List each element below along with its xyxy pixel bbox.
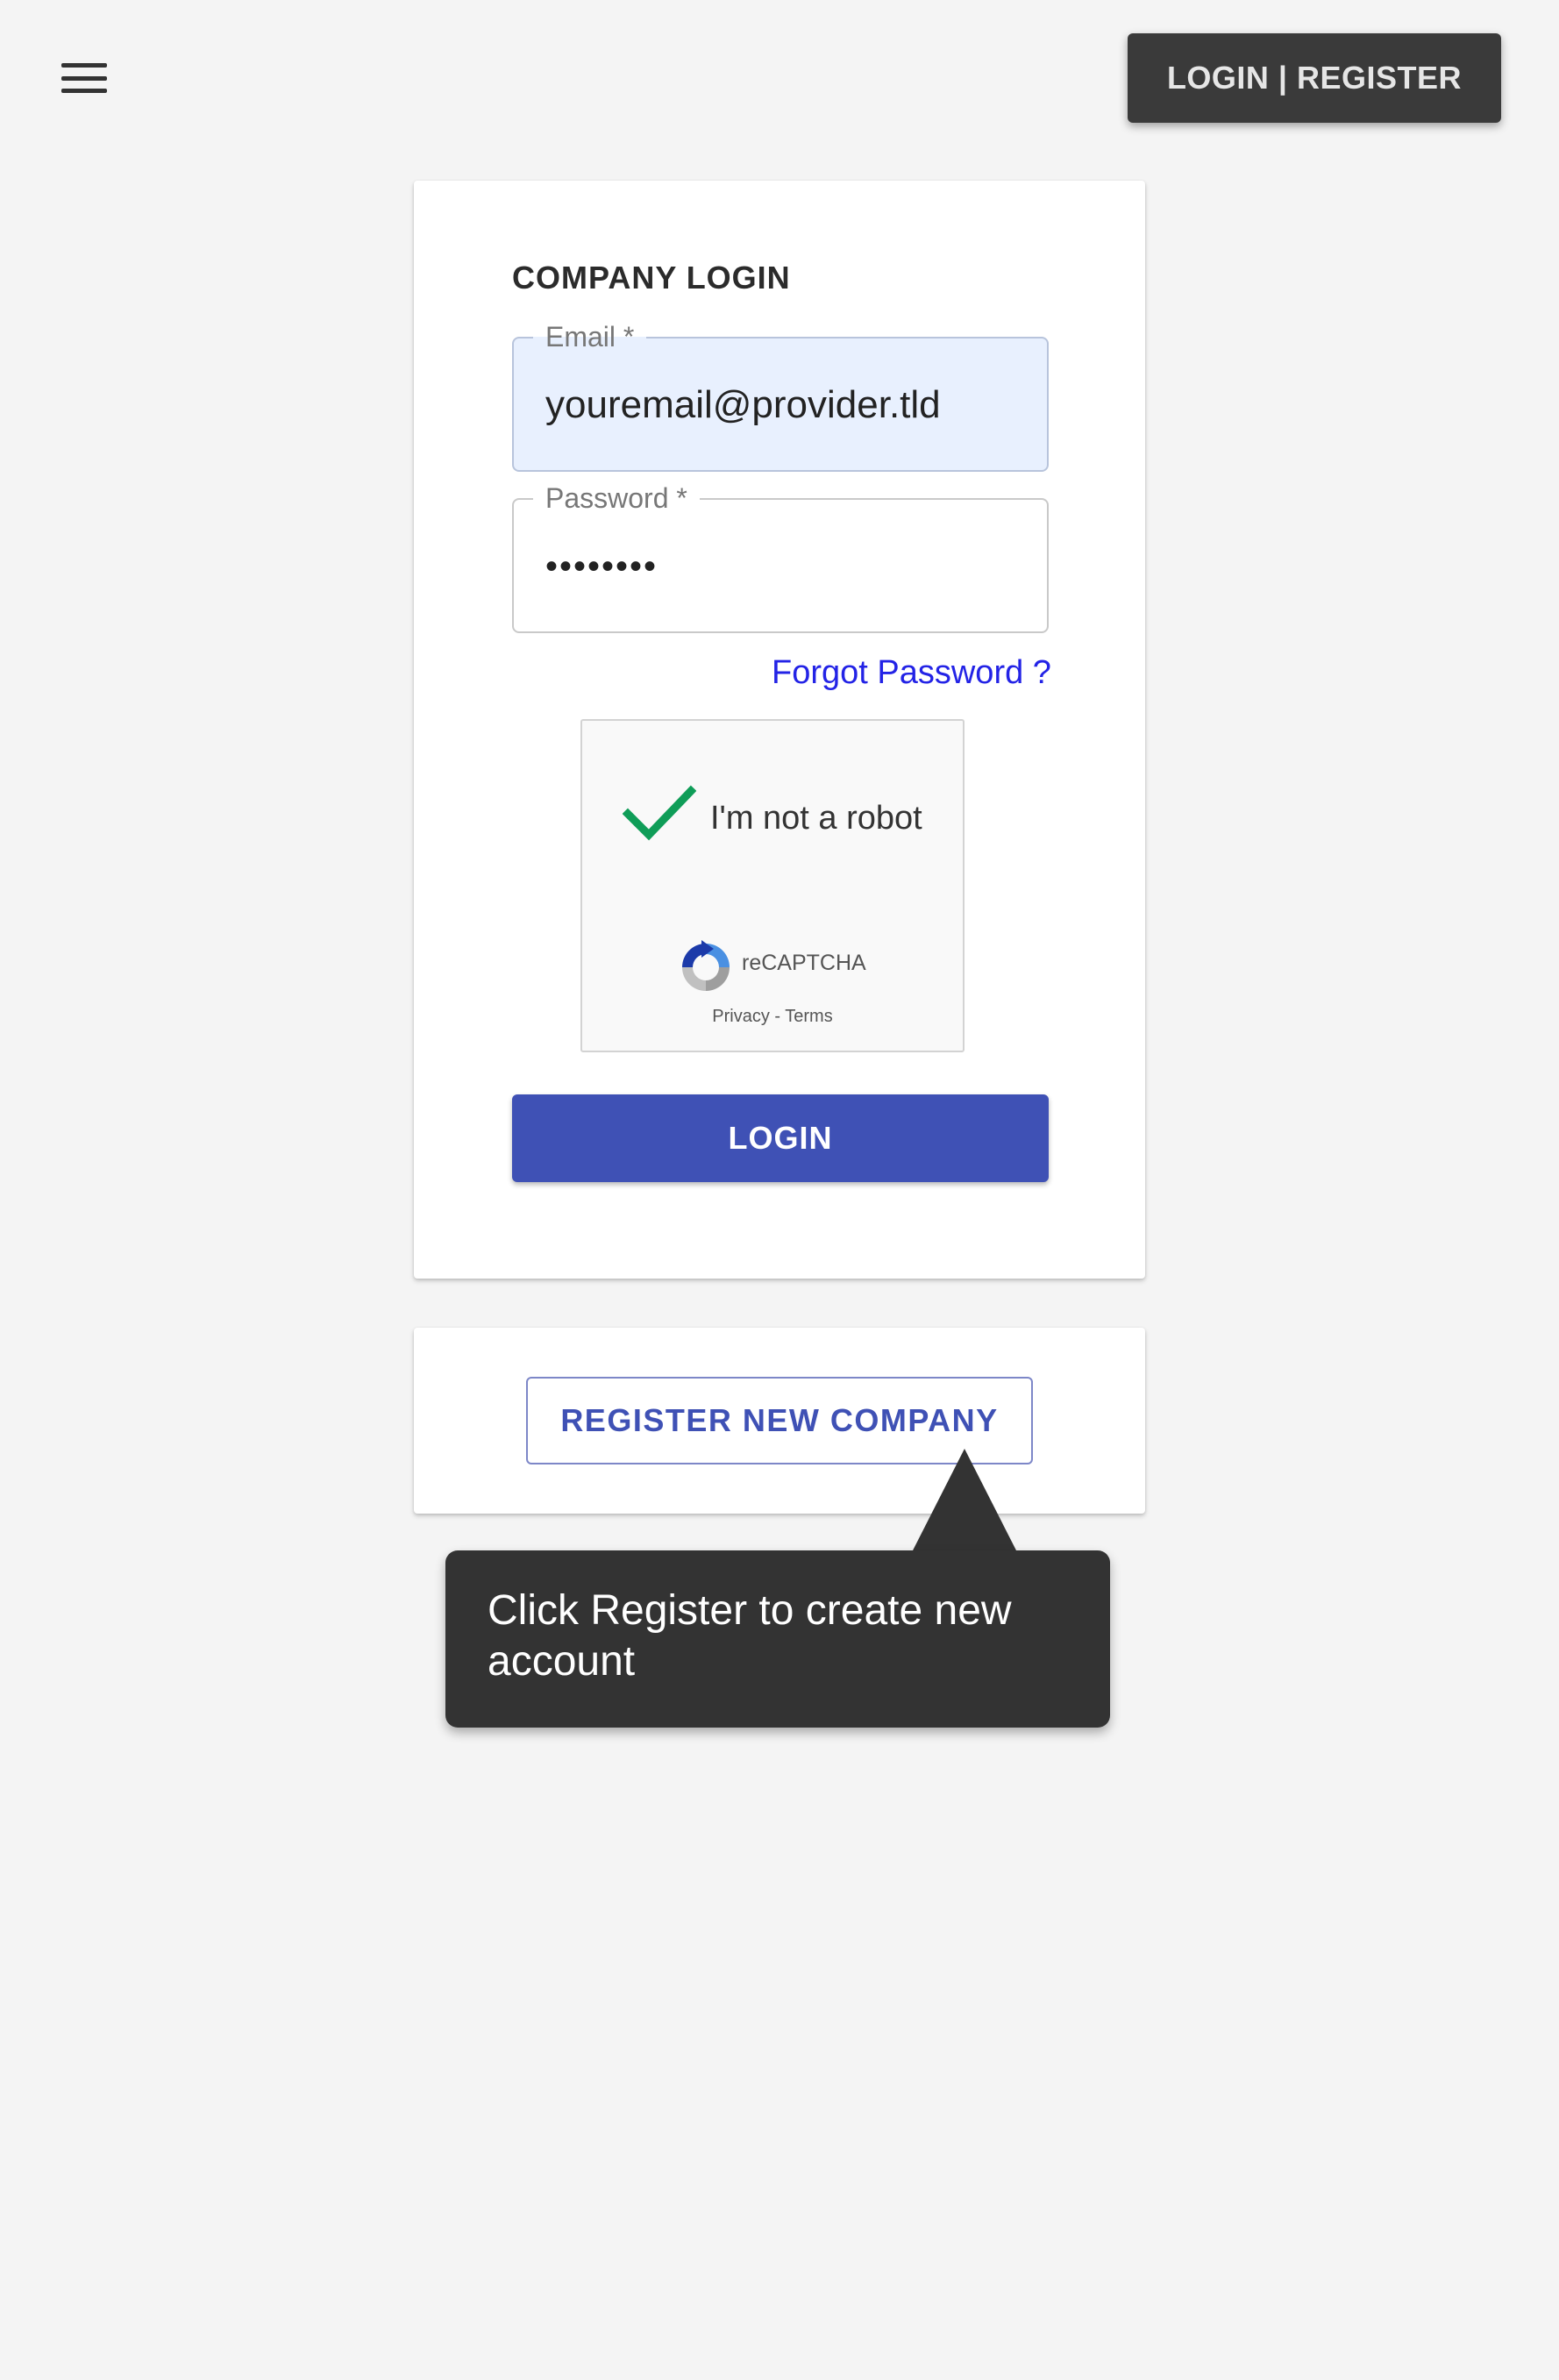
login-register-button[interactable]: LOGIN | REGISTER	[1128, 33, 1501, 123]
recaptcha-checkbox-label: I'm not a robot	[710, 800, 922, 837]
recaptcha-terms-link[interactable]: Terms	[785, 1007, 832, 1026]
tooltip-text: Click Register to create new account	[488, 1587, 1012, 1685]
hamburger-menu-icon[interactable]	[56, 56, 112, 100]
login-button[interactable]: LOGIN	[512, 1094, 1049, 1182]
recaptcha-privacy-link[interactable]: Privacy	[712, 1007, 770, 1026]
recaptcha-widget: I'm not a robot reCAPTCHA Privacy - Term…	[580, 719, 965, 1052]
recaptcha-links-separator: -	[769, 1007, 786, 1026]
password-field: Password *	[512, 481, 1049, 633]
page: LOGIN | REGISTER COMPANY LOGIN Email * P…	[0, 0, 1559, 2380]
page-title: COMPANY LOGIN	[512, 260, 791, 296]
menu-bar	[61, 75, 107, 81]
email-input[interactable]	[545, 377, 1019, 433]
onboarding-tooltip: Click Register to create new account	[445, 1550, 1110, 1728]
password-label: Password *	[533, 481, 700, 516]
menu-bar	[61, 63, 107, 68]
recaptcha-check-icon[interactable]	[623, 784, 696, 844]
password-input[interactable]	[545, 538, 1019, 595]
recaptcha-brand: reCAPTCHA	[742, 951, 866, 975]
recaptcha-links: Privacy - Terms	[582, 1007, 963, 1027]
register-card: REGISTER NEW COMPANY	[414, 1328, 1145, 1514]
email-label: Email *	[533, 319, 647, 354]
login-card: COMPANY LOGIN Email * Password * Forgot …	[414, 181, 1145, 1279]
tooltip-arrow	[912, 1449, 1017, 1552]
menu-bar	[61, 89, 107, 93]
forgot-password-link[interactable]: Forgot Password ?	[772, 654, 1051, 692]
email-field: Email *	[512, 319, 1049, 472]
recaptcha-logo-icon	[682, 940, 730, 991]
